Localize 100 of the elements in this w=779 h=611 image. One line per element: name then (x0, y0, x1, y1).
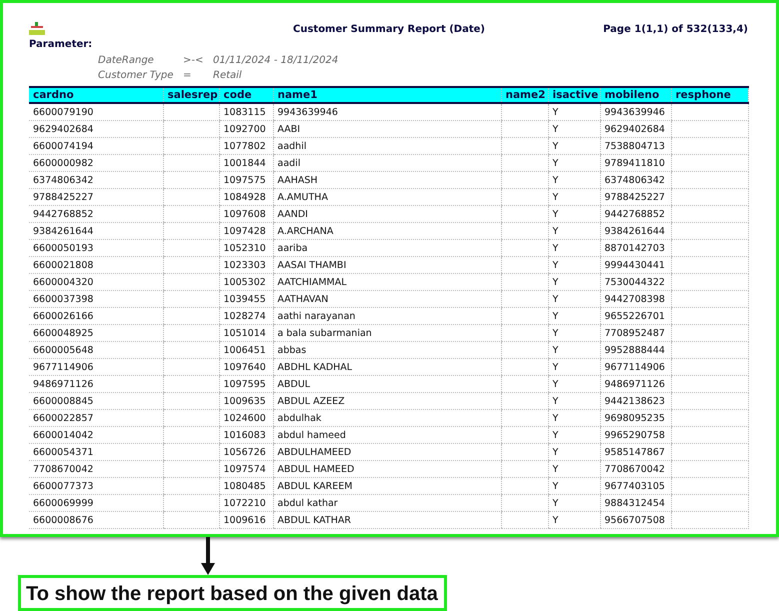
table-cell: 7708952487 (600, 324, 671, 342)
table-cell: Y (548, 240, 600, 256)
table-cell: 1072210 (219, 494, 273, 512)
table-cell: 9486971126 (29, 376, 163, 392)
table-cell: 8870142703 (600, 240, 671, 256)
table-cell: aathi narayanan (273, 308, 501, 324)
table-cell: aadhil (273, 138, 501, 154)
table-cell: aadil (273, 154, 501, 172)
table-cell: 9965290758 (600, 426, 671, 444)
table-cell: 1001844 (219, 154, 273, 172)
down-arrow-icon (201, 537, 215, 575)
table-cell: 1097575 (219, 172, 273, 188)
table-cell: 6600022857 (29, 410, 163, 426)
table-cell: ABDUL AZEEZ (273, 392, 501, 410)
table-cell: 1097640 (219, 358, 273, 376)
table-cell: Y (548, 138, 600, 154)
table-cell: 6600054371 (29, 444, 163, 460)
table-cell: 7708670042 (600, 460, 671, 478)
table-cell: Y (548, 392, 600, 410)
table-cell: aariba (273, 240, 501, 256)
table-cell: 7538804713 (600, 138, 671, 154)
table-cell: Y (548, 120, 600, 138)
table-cell: Y (548, 103, 600, 120)
table-cell: Y (548, 172, 600, 188)
table-cell: 6600008845 (29, 392, 163, 410)
parameter-operator: >-< (183, 54, 204, 67)
table-cell: 9677114906 (29, 358, 163, 376)
table-cell: ABDUL (273, 376, 501, 392)
table-cell: 6600069999 (29, 494, 163, 512)
table-cell: 6600008676 (29, 512, 163, 528)
table-cell: 9943639946 (600, 103, 671, 120)
table-cell: 9789411810 (600, 154, 671, 172)
table-cell: AATCHIAMMAL (273, 274, 501, 290)
table-cell: AATHAVAN (273, 290, 501, 308)
table-cell: 6600004320 (29, 274, 163, 290)
table-cell: 1009616 (219, 512, 273, 528)
table-cell: 1051014 (219, 324, 273, 342)
column-header: isactive (548, 87, 600, 103)
column-header: name1 (273, 87, 501, 103)
table-cell: 1023303 (219, 256, 273, 274)
table-cell: Y (548, 308, 600, 324)
table-cell: 1005302 (219, 274, 273, 290)
column-header: salesrep (163, 87, 219, 103)
table-cell: AASAI THAMBI (273, 256, 501, 274)
table-cell: a bala subarmanian (273, 324, 501, 342)
table-cell: 6600026166 (29, 308, 163, 324)
table-cell: 9677114906 (600, 358, 671, 376)
table-cell: Y (548, 444, 600, 460)
table-cell: 9442708398 (600, 290, 671, 308)
column-header: resphone (671, 87, 748, 103)
table-cell: 1024600 (219, 410, 273, 426)
table-cell: A.AMUTHA (273, 188, 501, 206)
table-cell: 6600005648 (29, 342, 163, 358)
table-cell: 1097595 (219, 376, 273, 392)
parameter-name: Customer Type (98, 69, 174, 82)
table-cell: 9566707508 (600, 512, 671, 528)
table-cell: 1006451 (219, 342, 273, 358)
column-header: cardno (29, 87, 163, 103)
table-cell: abdul kathar (273, 494, 501, 512)
table-cell: Y (548, 426, 600, 444)
table-cell: 9384261644 (600, 222, 671, 240)
table-cell: 6600074194 (29, 138, 163, 154)
table-cell: 1056726 (219, 444, 273, 460)
column-header: code (219, 87, 273, 103)
report-title: Customer Summary Report (Date) (293, 24, 486, 34)
table-cell: 1092700 (219, 120, 273, 138)
table-cell: 1028274 (219, 308, 273, 324)
table-cell: 9629402684 (29, 120, 163, 138)
column-header: mobileno (600, 87, 671, 103)
table-cell: Y (548, 494, 600, 512)
table-cell: 1083115 (219, 103, 273, 120)
table-cell: Y (548, 290, 600, 308)
table-cell: 1009635 (219, 392, 273, 410)
logo-icon (29, 22, 45, 36)
table-cell: ABDUL KAREEM (273, 478, 501, 494)
table-cell: Y (548, 478, 600, 494)
caption: To show the report based on the given data (18, 575, 447, 611)
parameter-value: 01/11/2024 - 18/11/2024 (213, 54, 340, 67)
table-cell: 6374806342 (600, 172, 671, 188)
table-cell: AANDI (273, 206, 501, 222)
table-cell: 9655226701 (600, 308, 671, 324)
table-cell: 9698095235 (600, 410, 671, 426)
table-cell: 9486971126 (600, 376, 671, 392)
table-cell: 9384261644 (29, 222, 163, 240)
table-cell: Y (548, 154, 600, 172)
table-cell: A.ARCHANA (273, 222, 501, 240)
table-cell: Y (548, 460, 600, 478)
page-info: Page 1(1,1) of 532(133,4) (603, 24, 748, 34)
table-cell: Y (548, 188, 600, 206)
table-cell: abdulhak (273, 410, 501, 426)
table-cell: 9442138623 (600, 392, 671, 410)
table-cell: 6600077373 (29, 478, 163, 494)
table-cell: 9442768852 (600, 206, 671, 222)
table-cell: Y (548, 206, 600, 222)
table-cell: Y (548, 274, 600, 290)
table-cell: ABDUL HAMEED (273, 460, 501, 478)
table-cell: 7708670042 (29, 460, 163, 478)
table-cell: Y (548, 410, 600, 426)
table-cell: ABDULHAMEED (273, 444, 501, 460)
table-cell: 1016083 (219, 426, 273, 444)
